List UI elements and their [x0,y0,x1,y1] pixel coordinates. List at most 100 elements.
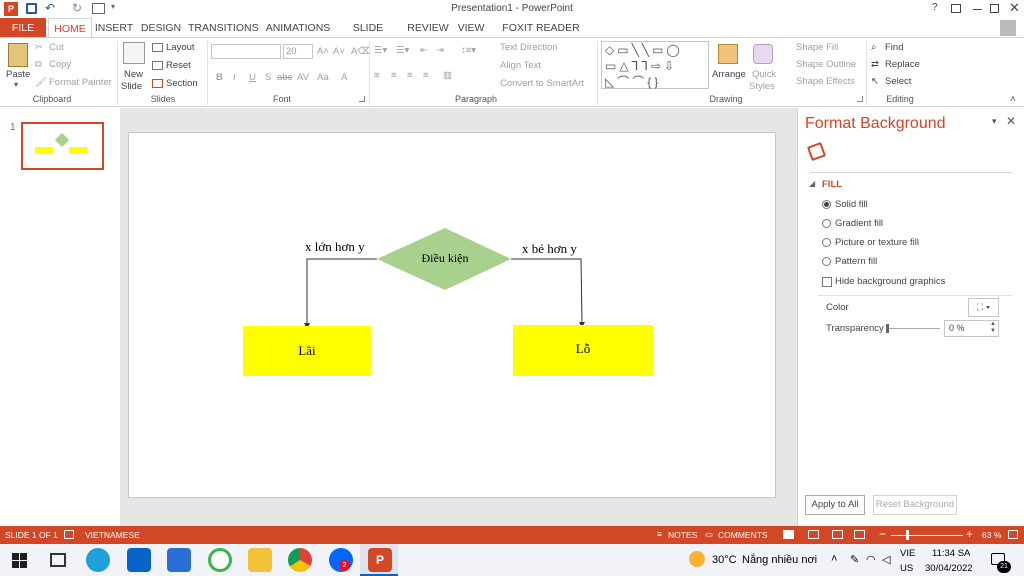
account-avatar[interactable] [1000,20,1016,36]
cut-button[interactable]: Cut [49,42,64,53]
language-indicator[interactable]: VIETNAMESE [85,530,140,540]
network-icon[interactable]: ◠ [866,553,876,566]
zoom-level[interactable]: 63 % [982,530,1001,540]
shrink-font-icon[interactable]: A˅ [333,46,345,57]
input-lang-1[interactable]: VIE [900,548,915,559]
slide-sorter-icon[interactable] [808,530,819,539]
normal-view-icon[interactable] [783,530,794,539]
transparency-slider-thumb[interactable] [886,324,889,333]
text-direction-button[interactable]: Text Direction [500,42,558,53]
new-slide-button[interactable]: New [124,69,143,80]
fill-section-header[interactable]: FILL [822,179,842,190]
weather-desc[interactable]: Nắng nhiều nơi [742,554,817,566]
clock-time[interactable]: 11:34 SA [932,548,970,559]
comments-button[interactable]: COMMENTS [718,530,768,540]
chrome-icon[interactable] [288,548,312,572]
slideshow-icon[interactable] [854,530,865,539]
decrease-indent-icon[interactable]: ⇤ [420,45,428,56]
tray-chevron-icon[interactable]: ˄ [831,553,837,565]
zoom-slider-track[interactable] [891,535,963,536]
mail-icon[interactable] [127,548,151,572]
file-explorer-icon[interactable] [248,548,272,572]
spinner-arrows-icon[interactable]: ▲ ▼ [990,321,996,335]
grow-font-icon[interactable]: A˄ [317,46,329,57]
left-connector[interactable] [304,258,377,329]
underline-button[interactable]: U [249,72,256,83]
change-case-button[interactable]: Aa [317,72,329,83]
align-right-icon[interactable]: ≡ [407,70,413,81]
section-button[interactable]: Section [166,78,198,89]
find-button[interactable]: Find [885,42,903,53]
tab-design[interactable]: DESIGN [139,18,183,38]
solid-fill-radio[interactable] [822,200,831,209]
restore-icon[interactable] [990,4,999,13]
new-slide-button-line2[interactable]: Slide [121,81,142,92]
replace-button[interactable]: Replace [885,59,920,70]
right-connector[interactable] [511,258,585,328]
bold-button[interactable]: B [216,72,223,83]
notes-button[interactable]: NOTES [668,530,697,540]
paste-icon[interactable] [8,43,28,67]
transparency-slider-track[interactable] [886,328,940,329]
fit-slide-icon[interactable] [1008,530,1018,539]
zoom-out-button[interactable]: − [879,527,886,541]
align-left-icon[interactable]: ≡ [374,70,380,81]
pattern-fill-label[interactable]: Pattern fill [835,256,877,267]
windows-start-icon[interactable] [12,553,27,568]
weather-icon[interactable] [689,551,705,567]
new-slide-icon[interactable] [123,42,145,64]
apply-to-all-button[interactable]: Apply to All [805,495,865,515]
edge-icon[interactable] [86,548,110,572]
pane-options-icon[interactable]: ▾ [992,116,997,127]
transparency-spinner[interactable]: 0 % ▲ ▼ [944,320,999,337]
font-color-icon[interactable]: A [341,72,347,83]
tab-home[interactable]: HOME [48,18,92,38]
align-center-icon[interactable]: ≡ [391,70,397,81]
gradient-fill-label[interactable]: Gradient fill [835,218,883,229]
font-dialog-launcher-icon[interactable] [359,96,365,102]
tab-transitions[interactable]: TRANSITIONS [188,18,259,38]
layout-button[interactable]: Layout [166,42,195,53]
reading-view-icon[interactable] [832,530,843,539]
help-button[interactable]: ? [932,2,938,13]
copy-button[interactable]: Copy [49,59,71,70]
drawing-dialog-launcher-icon[interactable] [857,96,863,102]
columns-icon[interactable]: ▥ [443,70,452,81]
pattern-fill-radio[interactable] [822,257,831,266]
tab-view[interactable]: VIEW [455,18,487,38]
font-size-select[interactable]: 20 [283,44,313,59]
quick-styles-button-line2[interactable]: Styles [749,81,775,92]
justify-icon[interactable]: ≡ [423,70,429,81]
convert-smartart-button[interactable]: Convert to SmartArt [500,78,584,89]
tray-pen-icon[interactable]: ✎ [850,553,859,566]
ribbon-display-icon[interactable] [951,4,961,13]
tab-animations[interactable]: ANIMATIONS [263,18,333,38]
hide-bg-checkbox[interactable] [822,277,832,287]
shape-effects-button[interactable]: Shape Effects [796,76,855,87]
powerpoint-icon[interactable]: P [368,548,392,572]
increase-indent-icon[interactable]: ⇥ [436,45,444,56]
tab-slide-show[interactable]: SLIDE SHOW [337,18,399,54]
color-picker-button[interactable]: ⛶ ▾ [968,298,999,317]
visual-studio-icon[interactable] [167,548,191,572]
reset-button[interactable]: Reset [166,60,191,71]
spellcheck-icon[interactable] [64,530,74,539]
tab-review[interactable]: REVIEW [407,18,449,38]
char-spacing-button[interactable]: AV [297,72,309,83]
hide-bg-label[interactable]: Hide background graphics [835,276,945,287]
shape-outline-button[interactable]: Shape Outline [796,59,856,70]
slide-thumbnail[interactable] [21,122,104,170]
solid-fill-label[interactable]: Solid fill [835,199,868,210]
zoom-slider-thumb[interactable] [906,530,909,540]
zoom-in-button[interactable]: + [966,527,973,541]
reset-background-button[interactable]: Reset Background [873,495,957,515]
shapes-gallery[interactable]: ◇▭╲╲▭◯ ▭△⅂⅂⇨⇩ ◺⌒⌒{} [601,41,709,89]
tab-file[interactable]: FILE [0,18,46,38]
line-spacing-icon[interactable]: ↕≡▾ [461,45,476,56]
tab-foxit[interactable]: FOXIT READER PDF [494,18,588,54]
shadow-button[interactable]: S [265,72,271,83]
format-painter-button[interactable]: Format Painter [49,77,112,88]
bullets-icon[interactable]: ☰▾ [374,45,387,56]
slide[interactable]: Điều kiện x lớn hơn y x bé hơn y Lãi Lỗ [128,132,776,498]
strikethrough-button[interactable]: abc [277,72,292,83]
